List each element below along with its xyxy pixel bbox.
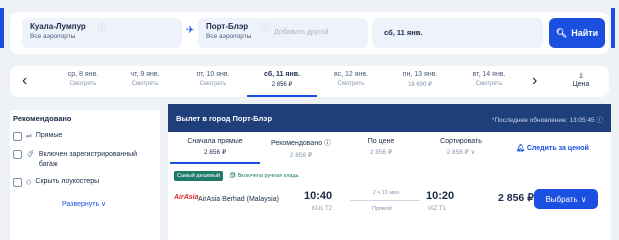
sort-recommended[interactable]: Рекомендовано ⓘ 2 856 ₽ (256, 138, 346, 159)
date-option[interactable]: пн, 13 янв. 18 690 ₽ (385, 71, 455, 88)
cheapest-badge: Самый дешевый (174, 171, 224, 181)
results-header: Вылет в город Порт-Блэр *Последнее обнов… (168, 104, 611, 132)
filter-hide-lowcost[interactable]: ◇ Скрыть лоукостеры (13, 178, 99, 187)
date-option[interactable]: чт, 9 янв. Смотреть (110, 71, 180, 87)
expand-filters-link[interactable]: Развернуть ∨ (62, 200, 106, 208)
date-field[interactable]: сб, 11 янв. (372, 18, 543, 48)
origin-field[interactable]: Куала-Лумпур ⓘ Все аэропорты (22, 18, 182, 48)
info-icon: ⓘ (596, 117, 604, 124)
date-value: сб, 11 янв. (384, 28, 423, 37)
airline-name: AirAsia Berhad (Malaysia) (198, 196, 279, 203)
add-other-link[interactable]: Добавить другой (274, 29, 328, 36)
filters-title: Рекомендовано (13, 114, 72, 123)
chevron-left-icon[interactable]: ‹ (22, 72, 27, 90)
results-panel: Вылет в город Порт-Блэр *Последнее обнов… (168, 104, 611, 240)
search-button[interactable]: 🔍︎ Найти (549, 18, 605, 48)
filters-panel: Рекомендовано ⇌ Прямые 🧳︎ Включен зареги… (10, 110, 160, 240)
direct-label: Прямой (372, 206, 392, 212)
destination-city: Порт-Блэр (206, 22, 249, 31)
flight-duration: 2 ч 10 мин (372, 190, 400, 196)
baggage-icon: 🧳︎ (26, 151, 35, 158)
price-alert-link[interactable]: 🔔︎ Следить за ценой (516, 144, 589, 152)
filter-direct[interactable]: ⇌ Прямые (13, 132, 62, 141)
date-option[interactable]: пт, 10 янв. Смотреть (178, 71, 248, 87)
flight-badges: Самый дешевый 🎒︎ Включена ручная кладь (174, 171, 299, 181)
search-button-label: Найти (571, 28, 599, 38)
departure-time: 10:40 (304, 190, 333, 202)
search-bar: Куала-Лумпур ⓘ Все аэропорты ✈ Порт-Блэр… (10, 12, 609, 54)
flight-price: 2 856 ₽ (498, 192, 534, 204)
destination-airports: Все аэропорты (206, 33, 252, 40)
arrival-airport: IXZ T1 (428, 206, 446, 212)
bell-icon: 🔔︎ (516, 145, 525, 152)
info-icon: ⓘ (98, 23, 106, 32)
select-flight-button[interactable]: Выбрать ∨ (534, 189, 598, 209)
date-option[interactable]: вс, 12 янв. Смотреть (316, 71, 386, 87)
arrival-time: 10:20 (426, 190, 455, 202)
baggage-badge: 🎒︎ Включена ручная кладь (229, 173, 299, 179)
destination-field[interactable]: Порт-Блэр ⓘ Все аэропорты Добавить друго… (198, 18, 368, 48)
chevron-down-icon: ∨ (99, 201, 107, 208)
checkbox[interactable] (13, 132, 22, 141)
date-strip: ‹ ср, 8 янв. Смотреть чт, 9 янв. Смотреть … (10, 66, 609, 97)
last-updated: *Последнее обновление: 13:05:45 ⓘ (491, 117, 604, 124)
chevron-down-icon: ∨ (580, 194, 587, 204)
swap-icon[interactable]: ✈ (186, 25, 194, 36)
date-option[interactable]: ср, 8 янв. Смотреть (48, 71, 118, 87)
bar-chart-icon: ⫫ (578, 71, 584, 80)
route-line (350, 200, 420, 201)
results-title: Вылет в город Порт-Блэр (176, 114, 273, 123)
checkbox[interactable] (13, 150, 22, 159)
date-option-selected[interactable]: сб, 11 янв. 2 856 ₽ (247, 71, 317, 97)
accent-bar-right (611, 8, 615, 48)
tag-icon: ◇ (26, 179, 32, 186)
departure-airport: KUL T2 (312, 206, 333, 212)
checkbox[interactable] (13, 178, 22, 187)
sort-dropdown[interactable]: Сортировать 2 856 ₽ ∨ (416, 138, 506, 156)
info-icon: ⓘ (260, 23, 268, 32)
date-option[interactable]: вт, 14 янв. Смотреть (454, 71, 524, 87)
origin-city: Куала-Лумпур (30, 22, 86, 31)
sort-direct-first[interactable]: Сначала прямые 2 856 ₽ (170, 138, 260, 164)
accent-bar-left (0, 8, 4, 48)
filter-baggage[interactable]: 🧳︎ Включен зарегистрированный багаж (13, 150, 153, 170)
chevron-right-icon[interactable]: › (532, 72, 537, 90)
airline-logo: AirAsia (174, 194, 199, 201)
search-icon: 🔍︎ (555, 27, 568, 38)
sort-by-price[interactable]: По цене 2 856 ₽ (336, 138, 426, 156)
origin-airports: Все аэропорты (30, 33, 76, 40)
price-chart-toggle[interactable]: ⫫ Цена (561, 71, 601, 88)
direct-flight-icon: ⇌ (26, 133, 32, 140)
